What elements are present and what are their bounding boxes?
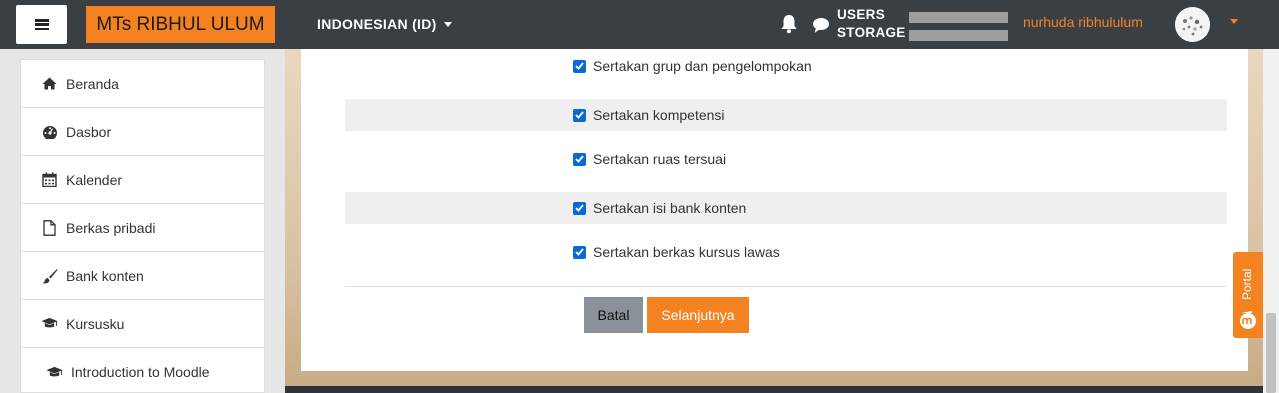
sidebar-item-kursusku[interactable]: Kursusku [21, 300, 264, 348]
user-menu-caret-icon[interactable] [1230, 19, 1238, 24]
next-button[interactable]: Selanjutnya [647, 297, 749, 333]
sidebar-item-dasbor[interactable]: Dasbor [21, 108, 264, 156]
option-row-bank-konten: Sertakan isi bank konten [345, 192, 1227, 224]
form-divider [345, 286, 1227, 287]
chat-icon[interactable] [812, 16, 830, 34]
storage-bar-storage [909, 30, 1008, 41]
portal-tab-label: Portal [1240, 268, 1254, 300]
users-storage-label: USERS STORAGE [837, 7, 906, 40]
checkbox-kursus-lawas[interactable] [573, 245, 586, 259]
paintbrush-icon [41, 267, 58, 284]
option-label: Sertakan isi bank konten [593, 200, 747, 216]
option-row-grup: Sertakan grup dan pengelompokan [345, 50, 1227, 82]
sidebar-nav: Beranda Dasbor Kalender Berkas pribadi B… [20, 59, 265, 393]
checkbox-grup[interactable] [573, 59, 586, 73]
cancel-button[interactable]: Batal [584, 297, 643, 333]
sidebar-item-berkas-pribadi[interactable]: Berkas pribadi [21, 204, 264, 252]
file-icon [41, 219, 58, 236]
moodle-logo-icon [1240, 311, 1256, 329]
language-label: INDONESIAN (ID) [317, 16, 437, 32]
footer-strip [285, 386, 1263, 393]
scrollbar-thumb[interactable] [1266, 313, 1276, 393]
option-label: Sertakan ruas tersuai [593, 151, 727, 167]
menu-toggle-button[interactable] [16, 5, 67, 44]
avatar[interactable] [1175, 7, 1210, 42]
sidebar-item-beranda[interactable]: Beranda [21, 60, 264, 108]
home-icon [41, 75, 58, 92]
top-navbar: MTs RIBHUL ULUM INDONESIAN (ID) USERS ST… [0, 0, 1279, 49]
sidebar-item-kalender[interactable]: Kalender [21, 156, 264, 204]
dashboard-icon [41, 123, 58, 140]
checkbox-bank-konten[interactable] [573, 201, 586, 215]
checkbox-ruas-tersuai[interactable] [573, 152, 586, 166]
hamburger-icon [34, 19, 49, 30]
caret-down-icon [443, 21, 452, 27]
calendar-icon [41, 171, 58, 188]
graduation-cap-icon [46, 364, 63, 381]
option-row-ruas-tersuai: Sertakan ruas tersuai [345, 143, 1227, 175]
bell-icon[interactable] [780, 14, 798, 34]
option-label: Sertakan kompetensi [593, 107, 725, 123]
site-brand[interactable]: MTs RIBHUL ULUM [86, 6, 275, 43]
checkbox-kompetensi[interactable] [573, 108, 586, 122]
option-row-kursus-lawas: Sertakan berkas kursus lawas [345, 236, 1227, 268]
option-label: Sertakan berkas kursus lawas [593, 244, 780, 260]
option-label: Sertakan grup dan pengelompokan [593, 58, 812, 74]
sidebar-item-bank-konten[interactable]: Bank konten [21, 252, 264, 300]
sidebar-item-introduction-to-moodle[interactable]: Introduction to Moodle [21, 348, 264, 393]
storage-bar-users [909, 12, 1008, 23]
option-row-kompetensi: Sertakan kompetensi [345, 99, 1227, 131]
language-menu[interactable]: INDONESIAN (ID) [317, 16, 452, 32]
user-name[interactable]: nurhuda ribhululum [1023, 14, 1143, 30]
graduation-cap-icon [41, 315, 58, 332]
